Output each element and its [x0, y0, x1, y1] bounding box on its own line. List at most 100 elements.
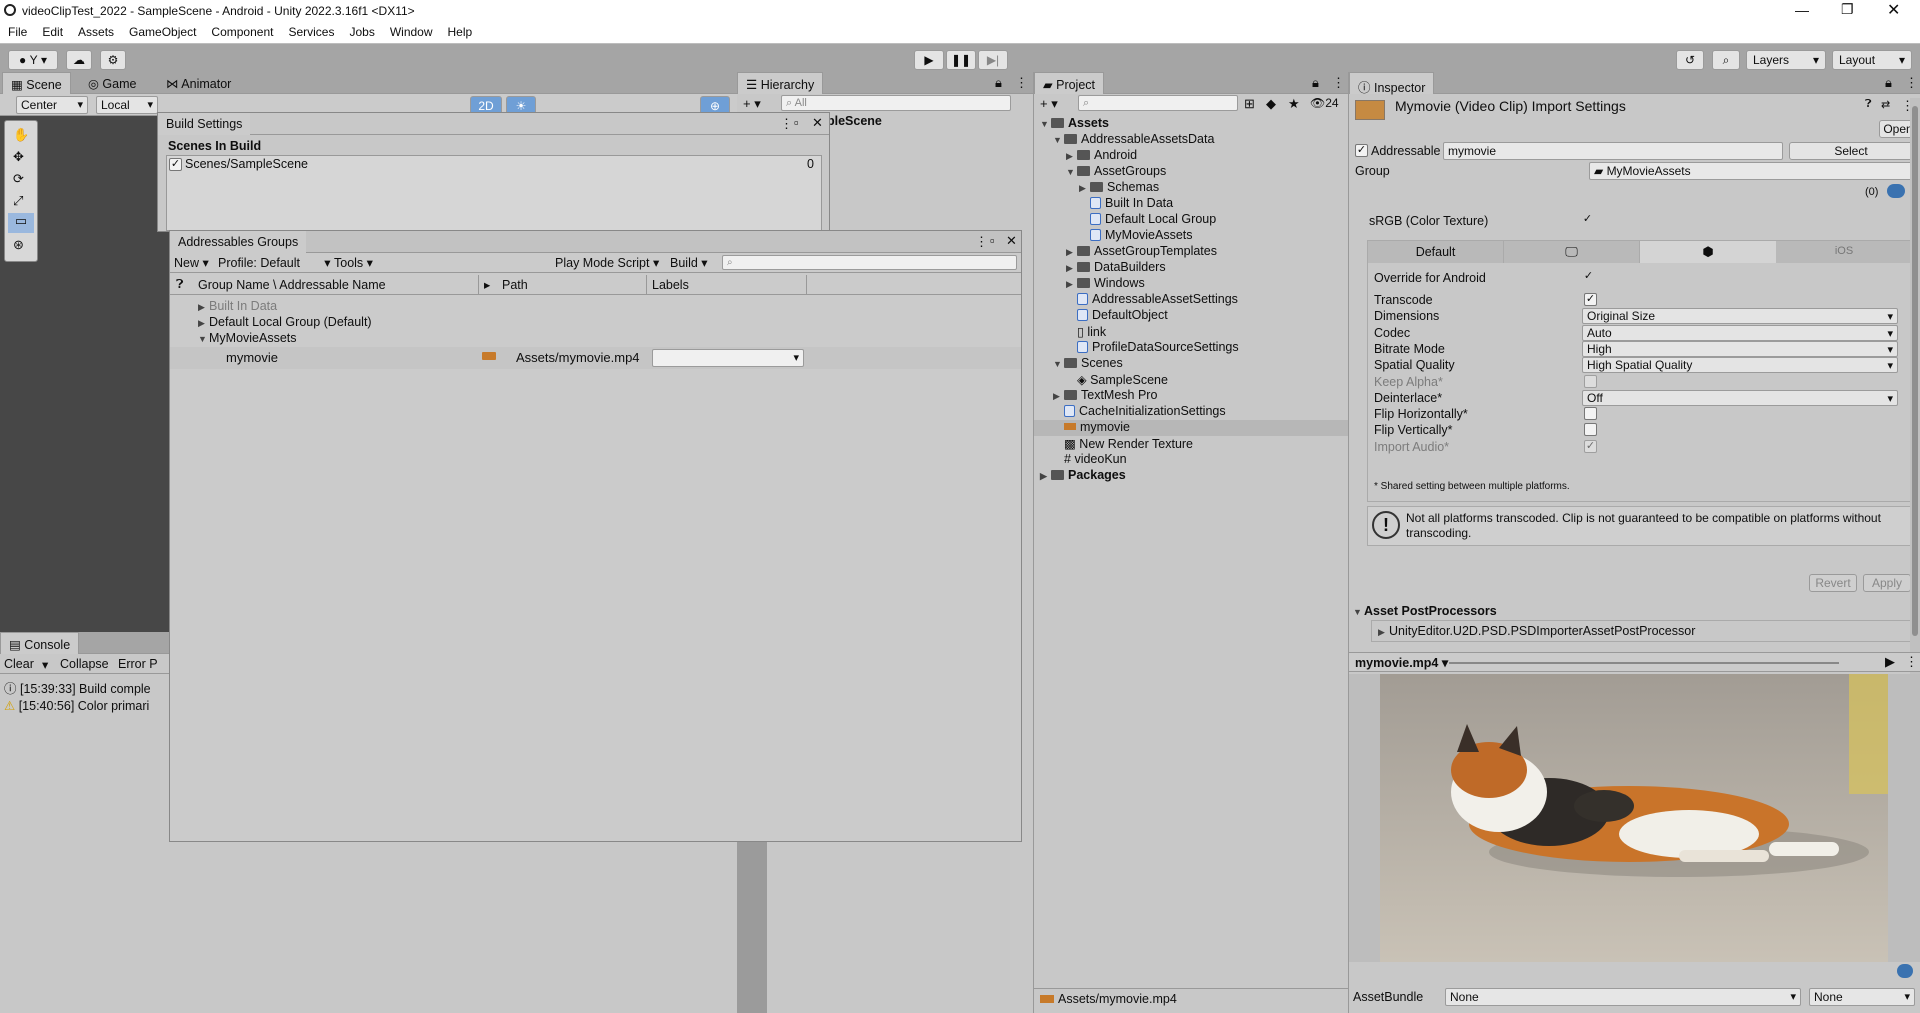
hidden-packages-icon[interactable]: 👁︎24: [1310, 96, 1339, 110]
project-tree-item[interactable]: ▼ Assets: [1034, 116, 1348, 132]
postprocessors-header[interactable]: ▼ Asset PostProcessors: [1353, 604, 1497, 618]
project-tree-item[interactable]: # videoKun: [1034, 452, 1348, 468]
revert-button[interactable]: Revert: [1809, 574, 1857, 592]
menu-help[interactable]: Help: [440, 22, 480, 39]
minimize-icon[interactable]: —: [1795, 2, 1809, 18]
tab-inspector[interactable]: ⓘ Inspector: [1349, 72, 1435, 95]
more-options-icon[interactable]: ⋮: [780, 116, 793, 132]
project-tree-item[interactable]: ProfileDataSourceSettings: [1034, 340, 1348, 356]
maximize-icon[interactable]: ▫: [794, 115, 799, 130]
pause-button[interactable]: ❚❚: [946, 50, 976, 70]
play-mode-script-dropdown[interactable]: Play Mode Script ▾: [555, 255, 659, 270]
rect-tool-icon[interactable]: ▭: [8, 213, 34, 233]
foldout-arrow-icon[interactable]: ▼: [1053, 135, 1064, 145]
inspector-scrollbar[interactable]: [1910, 98, 1920, 678]
addressables-search-input[interactable]: ⌕: [722, 255, 1017, 270]
close-icon[interactable]: ✕: [1006, 233, 1017, 249]
tab-console[interactable]: ▤ Console: [0, 632, 80, 654]
tab-animator[interactable]: ⋈ Animator: [158, 72, 239, 94]
property-dropdown[interactable]: High: [1582, 340, 1898, 357]
tab-addressables-groups[interactable]: Addressables Groups: [170, 231, 307, 253]
tab-default-platform[interactable]: Default: [1368, 241, 1504, 263]
help-icon[interactable]: ❓︎: [176, 277, 184, 292]
tab-hierarchy[interactable]: ☰ Hierarchy: [737, 72, 824, 94]
more-options-icon[interactable]: ⋮: [1905, 75, 1918, 91]
column-icon[interactable]: ▸: [484, 277, 490, 292]
create-button[interactable]: + ▾: [743, 96, 761, 112]
project-tree-item[interactable]: CacheInitializationSettings: [1034, 404, 1348, 420]
menu-file[interactable]: File: [0, 22, 34, 39]
project-tree-item[interactable]: AddressableAssetSettings: [1034, 292, 1348, 308]
error-pause-button[interactable]: Error P: [118, 657, 158, 671]
close-icon[interactable]: ✕: [812, 115, 823, 131]
entry-labels-dropdown[interactable]: [652, 349, 804, 367]
project-tree-item[interactable]: ▶ Android: [1034, 148, 1348, 164]
project-tree-item[interactable]: ▩ New Render Texture: [1034, 436, 1348, 452]
entry-row-mymovie[interactable]: mymovie Assets/mymovie.mp4: [170, 347, 1021, 369]
hierarchy-scrollbar[interactable]: [737, 842, 767, 1013]
preview-play-icon[interactable]: ▶: [1885, 654, 1895, 670]
menu-edit[interactable]: Edit: [34, 22, 70, 39]
hand-tool-icon[interactable]: ✋: [13, 127, 29, 143]
group-row-default-local[interactable]: ▶ Default Local Group (Default): [198, 315, 372, 331]
menu-jobs[interactable]: Jobs: [341, 22, 381, 39]
property-checkbox[interactable]: [1584, 423, 1597, 437]
foldout-arrow-icon[interactable]: ▼: [1066, 167, 1077, 177]
project-tree-item[interactable]: ▼ Scenes: [1034, 356, 1348, 372]
restore-icon[interactable]: ❐: [1841, 1, 1854, 18]
space-dropdown[interactable]: Local: [96, 96, 158, 114]
label-tag-icon[interactable]: [1897, 964, 1913, 978]
property-dropdown[interactable]: Original Size: [1582, 308, 1898, 325]
hierarchy-scene-row[interactable]: pleScene: [827, 114, 882, 130]
rotate-tool-icon[interactable]: ⟳: [13, 171, 24, 187]
menu-services[interactable]: Services: [280, 22, 341, 39]
step-button[interactable]: ▶|: [978, 50, 1008, 70]
tab-android-platform[interactable]: ⬢: [1640, 241, 1776, 263]
collab-button[interactable]: ⚙: [100, 50, 126, 70]
menu-component[interactable]: Component: [203, 22, 280, 39]
search-by-label-icon[interactable]: ◆: [1266, 96, 1276, 112]
scene-include-checkbox[interactable]: ✓: [169, 158, 182, 171]
pivot-dropdown[interactable]: Center: [16, 96, 88, 114]
property-dropdown[interactable]: High Spatial Quality: [1582, 357, 1898, 374]
new-dropdown[interactable]: New ▾: [174, 255, 209, 270]
assetbundle-dropdown[interactable]: None: [1445, 988, 1801, 1006]
move-tool-icon[interactable]: ✥: [13, 149, 24, 165]
hierarchy-search-input[interactable]: ⌕ All: [781, 95, 1011, 111]
menu-gameobject[interactable]: GameObject: [121, 22, 203, 39]
group-field[interactable]: ▰ MyMovieAssets: [1589, 162, 1913, 180]
column-path[interactable]: Path: [502, 278, 528, 292]
tab-scene[interactable]: ▦ Scene: [2, 72, 71, 94]
property-checkbox[interactable]: ✓: [1584, 293, 1597, 306]
tab-game[interactable]: ◎ Game: [80, 72, 144, 94]
tab-project[interactable]: ▰ Project: [1034, 72, 1105, 94]
foldout-arrow-icon[interactable]: ▶: [1040, 471, 1051, 482]
create-button[interactable]: + ▾: [1040, 96, 1058, 112]
foldout-arrow-icon[interactable]: ▶: [1066, 263, 1077, 274]
label-tag-icon[interactable]: [1887, 184, 1905, 198]
assetbundle-variant-dropdown[interactable]: None: [1809, 988, 1915, 1006]
project-tree-item[interactable]: mymovie: [1034, 420, 1348, 436]
foldout-arrow-icon[interactable]: ▼: [1053, 359, 1064, 369]
property-dropdown[interactable]: Off: [1582, 389, 1898, 406]
lock-icon[interactable]: 🔒︎: [995, 75, 1002, 91]
postprocessor-item[interactable]: ▶ UnityEditor.U2D.PSD.PSDImporterAssetPos…: [1371, 620, 1911, 642]
search-by-type-icon[interactable]: ⊞: [1244, 96, 1255, 112]
help-icon[interactable]: ❓︎: [1865, 98, 1872, 111]
menu-window[interactable]: Window: [382, 22, 440, 39]
select-button[interactable]: Select: [1789, 142, 1913, 160]
more-options-icon[interactable]: ⋮: [1905, 654, 1918, 670]
addressable-name-input[interactable]: mymovie: [1443, 142, 1783, 160]
project-tree-item[interactable]: ▯ link: [1034, 324, 1348, 340]
tools-dropdown[interactable]: Tools ▾: [334, 255, 373, 270]
tab-build-settings[interactable]: Build Settings: [158, 113, 251, 135]
project-tree-item[interactable]: ▼ AddressableAssetsData: [1034, 132, 1348, 148]
column-labels[interactable]: Labels: [652, 278, 689, 292]
more-options-icon[interactable]: ⋮: [1332, 75, 1345, 91]
maximize-icon[interactable]: ▫: [990, 233, 995, 248]
foldout-arrow-icon[interactable]: ▶: [1066, 247, 1077, 258]
apply-button[interactable]: Apply: [1863, 574, 1911, 592]
account-button[interactable]: ● Y ▾: [8, 50, 58, 70]
addressable-checkbox[interactable]: ✓: [1355, 144, 1368, 157]
foldout-arrow-icon[interactable]: ▶: [1066, 279, 1077, 290]
